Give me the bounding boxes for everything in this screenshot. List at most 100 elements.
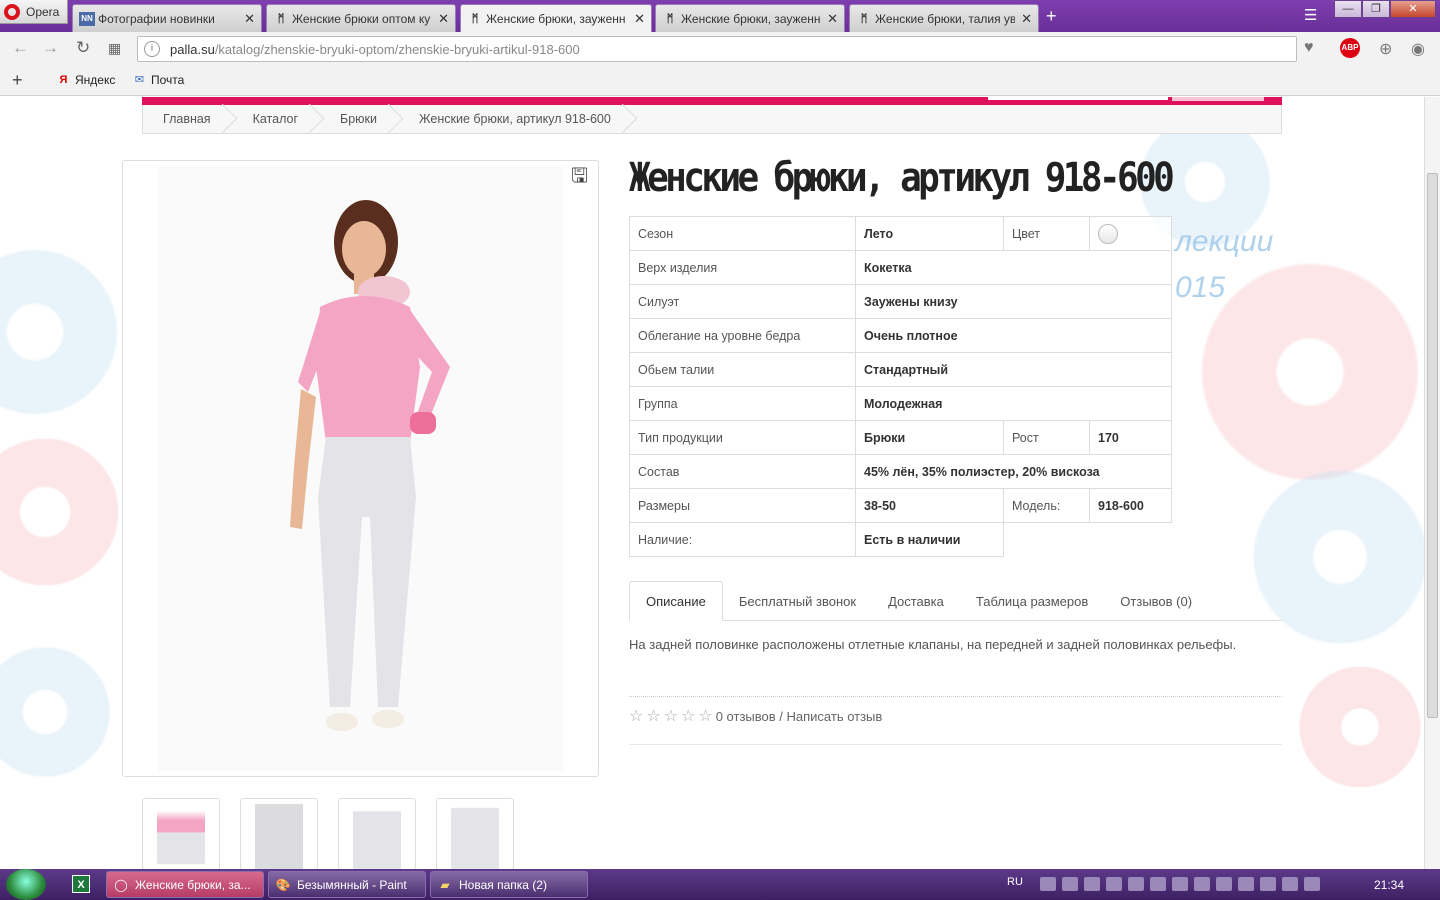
browser-tab[interactable]: ᛗ Женские брюки, зауженн ✕ <box>655 4 845 32</box>
breadcrumb-trousers[interactable]: Брюки <box>320 105 399 133</box>
star-empty-icon[interactable]: ☆ <box>681 706 695 726</box>
volume-icon[interactable] <box>1238 877 1254 891</box>
tab-reviews[interactable]: Отзывов (0) <box>1104 581 1208 621</box>
tray-icon[interactable] <box>1062 877 1078 891</box>
color-swatch-radio[interactable] <box>1098 223 1118 244</box>
tab-close-icon[interactable]: ✕ <box>438 11 449 27</box>
star-empty-icon[interactable]: ☆ <box>629 706 643 726</box>
page-scrollbar[interactable] <box>1424 97 1440 869</box>
browser-tab[interactable]: ᛗ Женские брюки, талия ув ✕ <box>849 4 1039 32</box>
tab-close-icon[interactable]: ✕ <box>634 11 645 27</box>
adblock-icon[interactable]: ABP <box>1340 38 1360 58</box>
decor-flower <box>1290 657 1424 797</box>
thumbnail-image <box>451 804 499 869</box>
tab-menu-icon[interactable]: ☰ <box>1304 6 1317 24</box>
bookmark-label: Почта <box>151 73 185 87</box>
thumbnail[interactable] <box>142 798 220 869</box>
speed-dial-grid-icon[interactable]: ▦ <box>108 40 121 57</box>
header-button-edge <box>1172 97 1264 101</box>
decor-banner-text: лекции 015 <box>1175 219 1273 311</box>
tray-icon[interactable] <box>1040 877 1056 891</box>
tab-free-call[interactable]: Бесплатный звонок <box>723 581 872 621</box>
tray-icon[interactable] <box>1216 877 1232 891</box>
opera-menu-button[interactable]: Opera <box>0 0 68 24</box>
browser-tab[interactable]: ᛗ Женские брюки оптом ку ✕ <box>266 4 456 32</box>
back-icon[interactable]: ← <box>12 38 29 58</box>
thumbnail[interactable] <box>338 798 416 869</box>
decor-text-line: 015 <box>1175 271 1226 304</box>
start-button[interactable] <box>6 869 46 900</box>
forward-icon[interactable]: → <box>42 38 59 58</box>
product-description: На задней половинке расположены отлетные… <box>629 637 1237 652</box>
bookmark-heart-icon[interactable]: ♥ <box>1304 39 1314 57</box>
opera-logo-icon <box>4 3 20 20</box>
tab-close-icon[interactable]: ✕ <box>827 11 838 27</box>
new-tab-plus-icon[interactable]: + <box>1046 6 1057 26</box>
site-info-icon[interactable]: i <box>144 41 160 57</box>
table-row: Верх изделия Кокетка <box>629 250 1172 285</box>
table-row: Сезон Лето Цвет <box>629 216 1172 251</box>
tray-icon[interactable] <box>1128 877 1144 891</box>
clock[interactable]: 21:34 <box>1374 878 1404 892</box>
star-empty-icon[interactable]: ☆ <box>664 706 678 726</box>
breadcrumb-catalog[interactable]: Каталог <box>233 105 320 133</box>
taskbar-item-paint[interactable]: 🎨 Безымянный - Paint <box>268 871 426 898</box>
tab-close-icon[interactable]: ✕ <box>244 11 255 27</box>
spec-empty <box>1004 523 1172 557</box>
decor-flower <box>0 237 130 427</box>
star-empty-icon[interactable]: ☆ <box>646 706 660 726</box>
spec-value: Стандартный <box>855 352 1172 387</box>
scrollbar-thumb[interactable] <box>1427 173 1438 718</box>
tab-delivery[interactable]: Доставка <box>872 581 960 621</box>
taskbar-item-opera[interactable]: ◯ Женские брюки, за... <box>106 871 264 898</box>
tray-icon[interactable] <box>1150 877 1166 891</box>
reviews-link[interactable]: 0 отзывов / Написать отзыв <box>716 709 883 724</box>
tray-icon[interactable] <box>1084 877 1100 891</box>
palla-favicon-icon: ᛗ <box>277 12 285 25</box>
minimize-icon[interactable]: — <box>1334 0 1362 18</box>
bookmark-yandex[interactable]: Я Яндекс <box>57 73 116 87</box>
paint-icon: 🎨 <box>275 877 291 892</box>
browser-tab[interactable]: NN Фотографии новинки ✕ <box>72 4 262 32</box>
maximize-icon[interactable]: ❐ <box>1362 0 1390 18</box>
tab-size-chart[interactable]: Таблица размеров <box>960 581 1104 621</box>
bookmarks-bar: + Я Яндекс ✉ Почта <box>0 65 1440 96</box>
thumbnail[interactable] <box>436 798 514 869</box>
breadcrumb-home[interactable]: Главная <box>143 105 233 133</box>
tray-icon[interactable] <box>1194 877 1210 891</box>
spec-label: Цвет <box>1003 216 1090 251</box>
tray-icon[interactable] <box>1106 877 1122 891</box>
spec-label: Модель: <box>1003 488 1090 523</box>
excel-icon[interactable]: X <box>72 875 90 893</box>
table-row: Облегание на уровне бедра Очень плотное <box>629 318 1172 353</box>
product-photo[interactable] <box>158 167 563 771</box>
language-indicator[interactable]: RU <box>1007 876 1023 888</box>
tray-icon[interactable] <box>1260 877 1276 891</box>
thumbnail[interactable] <box>240 798 318 869</box>
header-search-edge <box>988 97 1168 100</box>
download-icon[interactable]: ⊕ <box>1379 39 1392 59</box>
url-field[interactable]: i palla.su /katalog/zhenskie-bryuki-opto… <box>137 36 1297 62</box>
palla-favicon-icon: ᛗ <box>471 13 479 25</box>
account-icon[interactable]: ◉ <box>1411 39 1425 59</box>
close-window-icon[interactable]: ✕ <box>1390 0 1436 18</box>
thumbnail-image <box>255 804 303 869</box>
taskbar-item-label: Безымянный - Paint <box>297 877 407 892</box>
taskbar-item-folder[interactable]: ▰ Новая папка (2) <box>430 871 588 898</box>
tab-close-icon[interactable]: ✕ <box>1021 11 1032 27</box>
tab-description[interactable]: Описание <box>629 581 723 621</box>
reload-icon[interactable]: ↻ <box>76 38 90 58</box>
save-image-icon[interactable]: 🖫 <box>571 166 591 186</box>
tray-icon[interactable] <box>1282 877 1298 891</box>
add-bookmark-icon[interactable]: + <box>12 70 23 91</box>
network-icon[interactable] <box>1304 877 1320 891</box>
spec-value: 918-600 <box>1089 488 1172 523</box>
folder-icon: ▰ <box>440 877 450 892</box>
browser-tab-active[interactable]: ᛗ Женские брюки, зауженн ✕ <box>460 4 652 33</box>
signal-icon[interactable] <box>1172 877 1188 891</box>
divider <box>629 744 1282 745</box>
window-controls: — ❐ ✕ <box>1334 0 1436 18</box>
tab-title: Фотографии новинки <box>98 11 215 26</box>
bookmark-mail[interactable]: ✉ Почта <box>133 73 184 87</box>
star-empty-icon[interactable]: ☆ <box>698 706 712 726</box>
